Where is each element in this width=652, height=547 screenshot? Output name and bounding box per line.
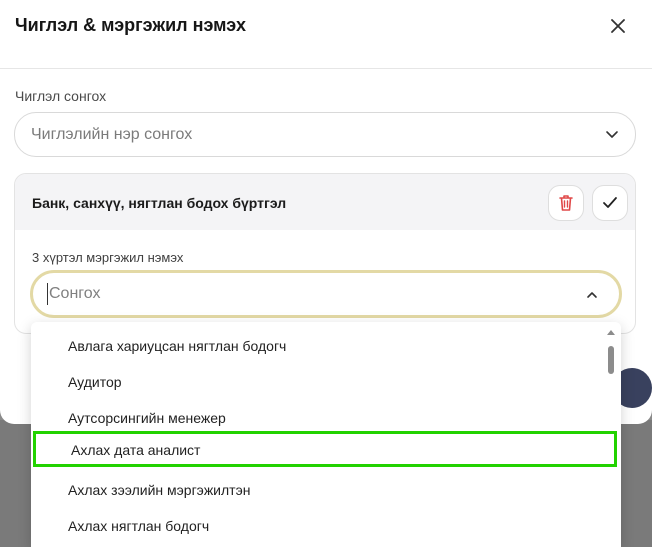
direction-select[interactable]: Чиглэлийн нэр сонгох: [14, 112, 636, 157]
dropdown-option-label: Аутсорсингийн менежер: [68, 410, 226, 426]
modal-title: Чиглэл & мэргэжил нэмэх: [15, 15, 246, 35]
dropdown-option-label: Аудитор: [68, 374, 122, 390]
close-button[interactable]: [604, 12, 632, 40]
profession-search-input[interactable]: [47, 283, 567, 305]
dropdown-option[interactable]: Авлага хариуцсан нягтлан бодогч: [31, 327, 609, 363]
delete-button[interactable]: [548, 185, 584, 221]
profession-dropdown: Авлага хариуцсан нягтлан бодогч Аудитор …: [31, 322, 621, 547]
dropdown-option-label: Ахлах дата аналист: [71, 442, 201, 458]
direction-card-title: Банк, санхүү, нягтлан бодох бүртгэл: [32, 195, 287, 211]
confirm-button[interactable]: [592, 185, 628, 221]
chevron-up-icon[interactable]: [585, 288, 599, 302]
dropdown-option[interactable]: Ахлах зээлийн мэргэжилтэн: [31, 471, 609, 507]
profession-combobox[interactable]: [30, 270, 622, 318]
dropdown-option[interactable]: Ахлах нягтлан бодогч: [31, 507, 609, 543]
direction-card-header: Банк, санхүү, нягтлан бодох бүртгэл: [15, 174, 635, 230]
chevron-down-icon: [606, 131, 618, 138]
direction-label: Чиглэл сонгох: [15, 88, 107, 104]
direction-card: Банк, санхүү, нягтлан бодох бүртгэл 3 хү…: [14, 173, 636, 334]
dropdown-scrollbar[interactable]: [607, 328, 615, 543]
dropdown-option-label: Ахлах зээлийн мэргэжилтэн: [68, 482, 251, 498]
modal-header: Чиглэл & мэргэжил нэмэх: [0, 0, 652, 69]
scroll-up-arrow-icon[interactable]: [607, 328, 615, 336]
dropdown-option-label: Ахлах нягтлан бодогч: [68, 518, 210, 534]
trash-icon: [559, 195, 573, 211]
dropdown-option[interactable]: Аудитор: [31, 363, 609, 399]
profession-limit-label: 3 хүртэл мэргэжил нэмэх: [32, 250, 184, 265]
dropdown-option-label: Авлага хариуцсан нягтлан бодогч: [68, 338, 287, 354]
scrollbar-thumb[interactable]: [608, 346, 614, 374]
check-icon: [603, 197, 617, 208]
direction-select-placeholder: Чиглэлийн нэр сонгох: [31, 126, 193, 143]
dropdown-option-highlighted[interactable]: Ахлах дата аналист: [33, 431, 617, 467]
dropdown-option[interactable]: Аутсорсингийн менежер: [31, 399, 609, 435]
close-icon: [611, 19, 625, 33]
